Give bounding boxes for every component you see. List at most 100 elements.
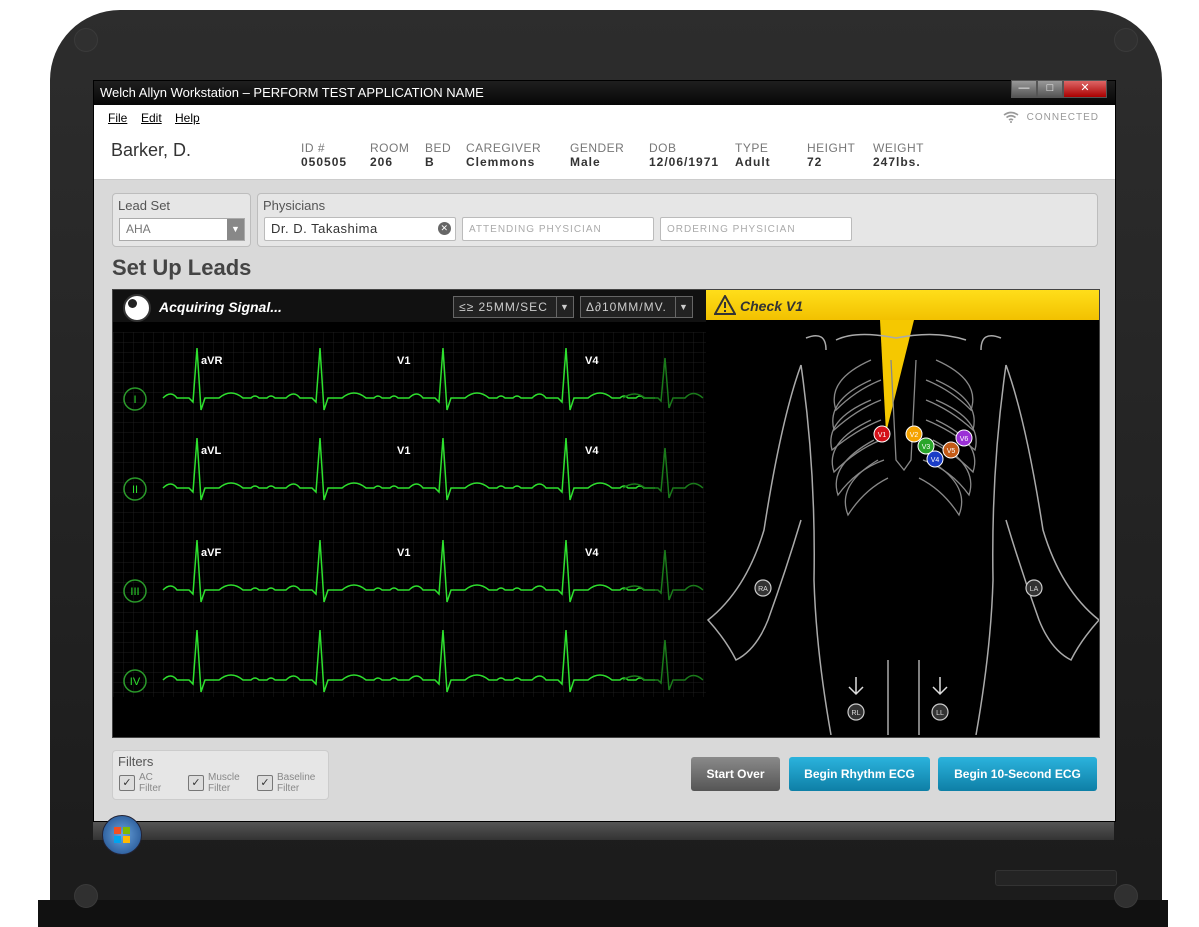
chest-lead-v4[interactable]: V4 (926, 450, 944, 468)
lead-row-label: I (133, 394, 136, 406)
lead-label: V4 (585, 355, 599, 367)
clear-icon[interactable]: ✕ (438, 222, 451, 235)
filter-label-line: Baseline (277, 772, 316, 783)
torso-diagram: RA LA RL LL V1 V2V3V4 V5 V6 (706, 320, 1099, 735)
leg-inner-outline (887, 660, 920, 735)
lead-label: V1 (397, 355, 410, 367)
speed-dropdown[interactable]: ≤≥ 25MM/SEC ▼ (453, 296, 574, 318)
alert-pointer (880, 320, 914, 433)
start-over-button[interactable]: Start Over (691, 757, 780, 791)
limb-lead-label: RL (852, 710, 861, 717)
chest-lead-label: V3 (922, 444, 931, 451)
attending-physician-field[interactable]: ATTENDING PHYSICIAN (462, 217, 654, 241)
begin-rhythm-ecg-button[interactable]: Begin Rhythm ECG (789, 757, 930, 791)
title-bar: Welch Allyn Workstation – PERFORM TEST A… (94, 80, 1115, 105)
lead-row-label: IV (130, 676, 141, 688)
connection-status: CONNECTED (1026, 112, 1099, 123)
screw-icon (74, 28, 98, 52)
laptop-hinge (995, 870, 1117, 886)
field-label: WEIGHT (873, 141, 924, 155)
limb-lead-la[interactable]: LA (1025, 579, 1043, 597)
patient-name: Barker, D. (111, 140, 192, 160)
field-value: B (425, 155, 435, 169)
arrow-down-icon (848, 677, 864, 696)
field-value: 72 (807, 155, 823, 169)
physicians-label: Physicians (263, 198, 326, 213)
attending-placeholder: ATTENDING PHYSICIAN (469, 224, 602, 235)
maximize-button[interactable]: □ (1037, 80, 1063, 98)
field-value: 247lbs. (873, 155, 921, 169)
begin-10-second-ecg-button[interactable]: Begin 10-Second ECG (938, 757, 1097, 791)
field-value: 050505 (301, 155, 348, 169)
lead-set-select[interactable]: AHA ▼ (119, 218, 245, 241)
lead-label: V4 (585, 445, 599, 457)
chest-lead-label: V1 (878, 432, 887, 439)
torso-left-outline (800, 364, 832, 735)
ecg-waveform-area: IaVR V1 V4 II aVL V1 V4 III aVF V1 V4 IV (113, 332, 706, 697)
muscle-filter-checkbox[interactable]: ✓ (188, 775, 204, 791)
physician-field[interactable]: Dr. D. Takashima ✕ (264, 217, 456, 241)
filters-panel: Filters ✓ AC Filter ✓ Muscle Filter ✓ Base… (112, 750, 329, 800)
patient-field-gender: GENDER Male (570, 141, 624, 169)
chest-lead-v6[interactable]: V6 (955, 429, 973, 447)
page-title: Set Up Leads (112, 255, 252, 280)
chevron-down-icon: ▼ (227, 219, 244, 240)
chest-lead-v5[interactable]: V5 (942, 441, 960, 459)
minimize-button[interactable]: — (1011, 80, 1037, 98)
ac-filter-checkbox[interactable]: ✓ (119, 775, 135, 791)
chest-lead-label: V6 (960, 436, 969, 443)
lead-label: aVF (201, 547, 221, 559)
patient-bar: Barker, D. ID #050505 ROOM 206 BED B CAREG… (94, 129, 1115, 180)
chest-lead-v2[interactable]: V2 (905, 425, 923, 443)
field-label: ROOM (370, 141, 410, 155)
windows-start-button[interactable] (102, 815, 142, 855)
ecg-grid (113, 332, 706, 697)
gain-dropdown[interactable]: Δ∂10MM/MV. ▼ (580, 296, 693, 318)
field-label: DOB (649, 141, 677, 155)
lead-set-panel: Lead Set AHA ▼ (112, 193, 251, 247)
limb-lead-rl[interactable]: RL (847, 677, 865, 721)
field-label: TYPE (735, 141, 769, 155)
close-button[interactable]: ✕ (1063, 80, 1107, 98)
menu-edit[interactable]: Edit (141, 111, 162, 125)
field-value: 206 (370, 155, 394, 169)
lead-label: V1 (397, 445, 410, 457)
ordering-physician-field[interactable]: ORDERING PHYSICIAN (660, 217, 852, 241)
limb-lead-label: LA (1030, 586, 1039, 593)
baseline-filter-label: Baseline Filter (277, 772, 315, 794)
patient-field-dob: DOB 12/06/1971 (649, 141, 719, 169)
menu-file[interactable]: File (108, 111, 127, 125)
chest-lead-v1[interactable]: V1 (873, 425, 891, 443)
alert-text: Check V1 (740, 298, 804, 314)
baseline-filter-checkbox[interactable]: ✓ (257, 775, 273, 791)
patient-field-id: ID #050505 (301, 141, 347, 169)
lead-label: aVL (201, 445, 221, 457)
torso-right-outline (975, 364, 1007, 735)
limb-lead-label: LL (936, 710, 944, 717)
screw-icon (1114, 884, 1138, 908)
ordering-placeholder: ORDERING PHYSICIAN (667, 224, 796, 235)
lead-label: V4 (585, 547, 599, 559)
arrow-down-icon (932, 677, 948, 696)
chest-lead-label: V4 (931, 457, 940, 464)
lead-row-label: III (130, 586, 139, 598)
speed-value: ≤≥ 25MM/SEC (459, 300, 548, 314)
limb-lead-ra[interactable]: RA (754, 579, 772, 597)
field-value: 12/06/1971 (649, 155, 720, 169)
limb-lead-ll[interactable]: LL (931, 677, 949, 721)
physician-value: Dr. D. Takashima (271, 221, 378, 236)
wifi-icon (1003, 111, 1019, 123)
menu-help[interactable]: Help (175, 111, 200, 125)
left-arm-outline (1005, 364, 1099, 662)
patient-field-weight: WEIGHT 247lbs. (873, 141, 924, 169)
patient-field-bed: BED B (425, 141, 451, 169)
field-value: Clemmons (466, 155, 536, 169)
windows-logo-icon (114, 827, 130, 843)
right-arm-outline (706, 364, 802, 662)
check-lead-alert: Check V1 (706, 290, 1099, 320)
ecg-panel: Acquiring Signal... ≤≥ 25MM/SEC ▼ Δ∂10MM… (112, 289, 1100, 738)
gain-value: Δ∂10MM/MV. (586, 300, 667, 314)
acquiring-status: Acquiring Signal... (159, 299, 282, 315)
physicians-panel: Physicians Dr. D. Takashima ✕ ATTENDING … (257, 193, 1098, 247)
muscle-filter-label: Muscle Filter (208, 772, 240, 794)
